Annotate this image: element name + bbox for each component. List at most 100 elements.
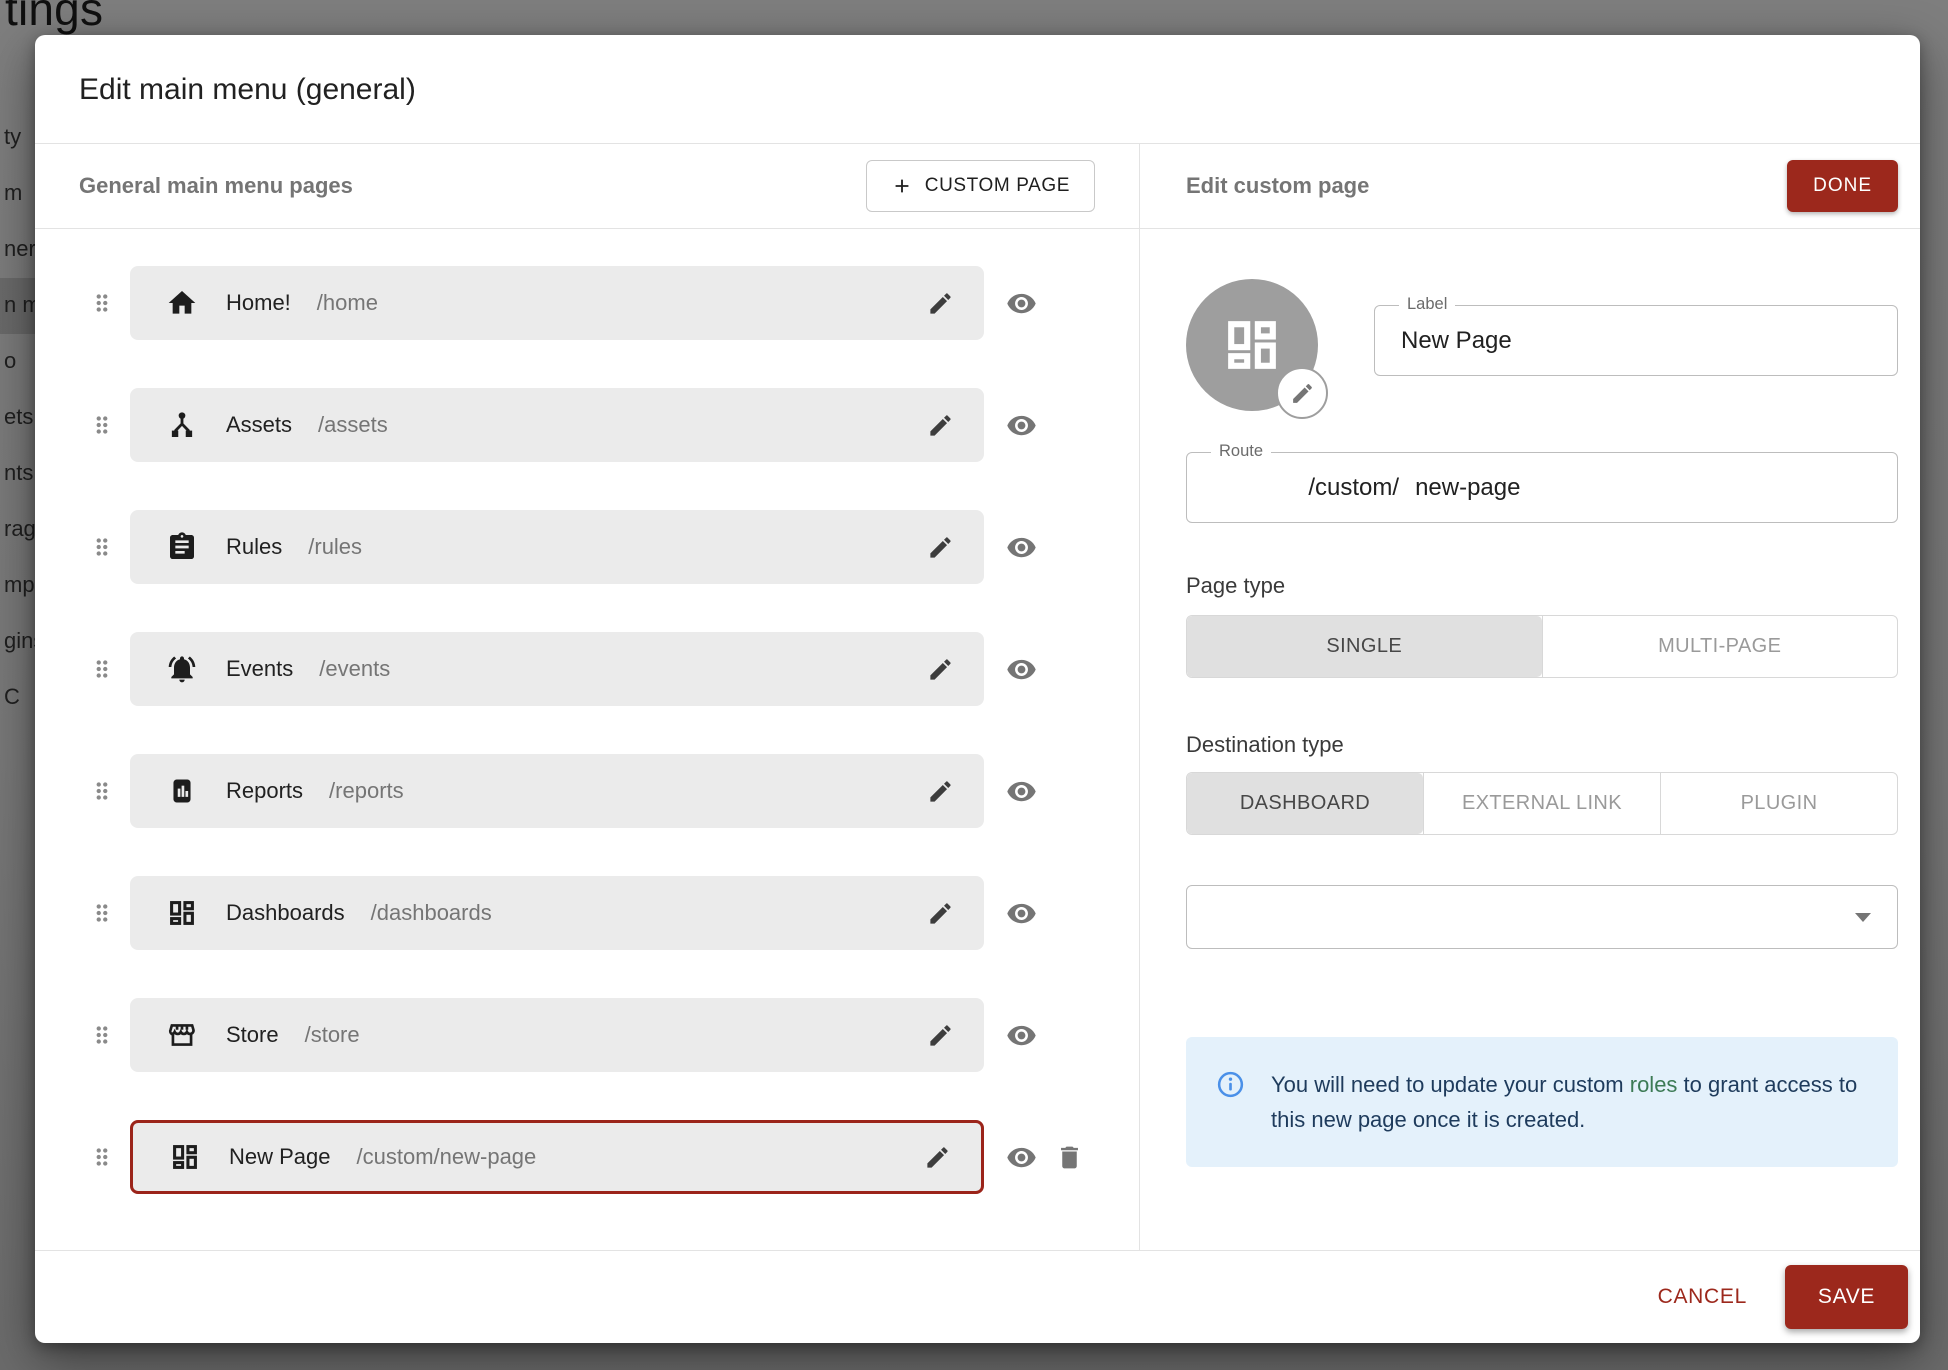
menu-pages-list: Home! /home Assets /assets Rules /rules (35, 229, 1139, 1242)
roles-link[interactable]: roles (1630, 1072, 1678, 1097)
edit-custom-page-title: Edit custom page (1186, 173, 1369, 199)
visibility-eye-icon[interactable] (1006, 776, 1037, 807)
drag-handle-icon[interactable] (89, 898, 115, 928)
route-field-value: new-page (1415, 474, 1520, 501)
drag-handle-icon[interactable] (89, 532, 115, 562)
visibility-eye-icon[interactable] (1006, 1020, 1037, 1051)
drag-handle-icon[interactable] (89, 288, 115, 318)
edit-pencil-icon[interactable] (927, 412, 954, 439)
edit-pencil-icon[interactable] (927, 290, 954, 317)
background-sidebar-item-fragment: nts (4, 460, 33, 486)
destination-type-option-dashboard[interactable]: DASHBOARD (1187, 773, 1423, 834)
menu-page-label: Assets (226, 412, 292, 438)
label-field[interactable]: Label New Page (1374, 305, 1898, 376)
drag-handle-icon[interactable] (89, 1142, 115, 1172)
page-type-option-single[interactable]: SINGLE (1187, 616, 1542, 677)
chevron-down-icon (1855, 913, 1871, 922)
reports-icon (166, 775, 198, 807)
menu-page-row-box[interactable]: Events /events (130, 632, 984, 706)
visibility-eye-icon[interactable] (1006, 532, 1037, 563)
menu-page-row[interactable]: Events /events (89, 632, 1139, 706)
edit-pencil-icon[interactable] (924, 1144, 951, 1171)
background-sidebar-item-fragment: rag (4, 516, 36, 542)
dashboard-select[interactable] (1186, 885, 1898, 949)
change-icon-button[interactable] (1276, 367, 1328, 419)
drag-handle-icon[interactable] (89, 654, 115, 684)
menu-page-row[interactable]: New Page /custom/new-page (89, 1120, 1139, 1194)
menu-page-label: Home! (226, 290, 291, 316)
destination-type-option-plugin[interactable]: PLUGIN (1660, 773, 1897, 834)
menu-page-route: /custom/new-page (357, 1144, 537, 1170)
visibility-eye-icon[interactable] (1006, 288, 1037, 319)
events-icon (166, 653, 198, 685)
menu-page-route: /events (319, 656, 390, 682)
done-button[interactable]: DONE (1787, 160, 1898, 212)
drag-handle-icon[interactable] (89, 410, 115, 440)
page-type-option-multi-page[interactable]: MULTI-PAGE (1542, 616, 1898, 677)
dashboards-icon (169, 1141, 201, 1173)
cancel-button[interactable]: CANCEL (1650, 1275, 1755, 1319)
menu-page-route: /rules (308, 534, 362, 560)
visibility-eye-icon[interactable] (1006, 1142, 1037, 1173)
custom-page-button[interactable]: CUSTOM PAGE (866, 160, 1095, 212)
menu-page-row[interactable]: Rules /rules (89, 510, 1139, 584)
menu-page-row[interactable]: Store /store (89, 998, 1139, 1072)
screen: tings tymneran moetsntsragmpoginsC Edit … (0, 0, 1948, 1370)
menu-page-label: Reports (226, 778, 303, 804)
route-field[interactable]: Route /custom/new-page (1186, 452, 1898, 523)
menu-page-route: /reports (329, 778, 404, 804)
page-icon-avatar[interactable] (1186, 279, 1318, 411)
save-button[interactable]: SAVE (1785, 1265, 1908, 1329)
menu-page-row[interactable]: Home! /home (89, 266, 1139, 340)
dialog-title: Edit main menu (general) (35, 35, 1920, 144)
plus-icon (891, 175, 913, 197)
visibility-eye-icon[interactable] (1006, 898, 1037, 929)
info-alert: You will need to update your custom role… (1186, 1037, 1898, 1167)
background-sidebar-item-fragment: ty (4, 124, 21, 150)
edit-pencil-icon (1290, 381, 1315, 406)
delete-trash-icon[interactable] (1055, 1143, 1084, 1172)
menu-page-label: Rules (226, 534, 282, 560)
menu-page-row-box[interactable]: Rules /rules (130, 510, 984, 584)
menu-page-row-box[interactable]: Home! /home (130, 266, 984, 340)
dialog-body: General main menu pages CUSTOM PAGE Home… (35, 144, 1920, 1250)
edit-pencil-icon[interactable] (927, 900, 954, 927)
destination-type-label: Destination type (1186, 732, 1898, 758)
menu-pages-panel: General main menu pages CUSTOM PAGE Home… (35, 144, 1140, 1250)
drag-handle-icon[interactable] (89, 1020, 115, 1050)
home-icon (166, 287, 198, 319)
menu-page-row[interactable]: Reports /reports (89, 754, 1139, 828)
menu-page-row-box[interactable]: Dashboards /dashboards (130, 876, 984, 950)
menu-page-label: Dashboards (226, 900, 345, 926)
dashboards-icon (1220, 313, 1284, 377)
menu-page-row-box[interactable]: Assets /assets (130, 388, 984, 462)
info-alert-text: You will need to update your custom role… (1271, 1067, 1870, 1137)
menu-page-row[interactable]: Dashboards /dashboards (89, 876, 1139, 950)
menu-pages-panel-header: General main menu pages CUSTOM PAGE (35, 144, 1139, 229)
edit-pencil-icon[interactable] (927, 1022, 954, 1049)
drag-handle-icon[interactable] (89, 776, 115, 806)
menu-page-row[interactable]: Assets /assets (89, 388, 1139, 462)
menu-page-row-box[interactable]: New Page /custom/new-page (130, 1120, 984, 1194)
menu-page-row-box[interactable]: Store /store (130, 998, 984, 1072)
visibility-eye-icon[interactable] (1006, 410, 1037, 441)
edit-main-menu-dialog: Edit main menu (general) General main me… (35, 35, 1920, 1343)
menu-page-row-box[interactable]: Reports /reports (130, 754, 984, 828)
visibility-eye-icon[interactable] (1006, 654, 1037, 685)
menu-pages-panel-title: General main menu pages (79, 173, 353, 199)
background-sidebar-item-fragment: o (4, 348, 16, 374)
rules-icon (166, 531, 198, 563)
edit-pencil-icon[interactable] (927, 534, 954, 561)
edit-pencil-icon[interactable] (927, 656, 954, 683)
edit-custom-page-header: Edit custom page DONE (1140, 144, 1920, 229)
route-field-legend: Route (1211, 442, 1271, 461)
menu-page-label: Events (226, 656, 293, 682)
dialog-footer: CANCEL SAVE (35, 1250, 1920, 1343)
background-sidebar-item-fragment: ets (4, 404, 33, 430)
route-prefix: /custom/ (1308, 474, 1399, 501)
edit-pencil-icon[interactable] (927, 778, 954, 805)
background-sidebar-item-fragment: C (4, 684, 20, 710)
destination-type-option-external-link[interactable]: EXTERNAL LINK (1423, 773, 1660, 834)
assets-icon (166, 409, 198, 441)
edit-custom-page-form: Label New Page Route /custom/new-page Pa… (1140, 229, 1920, 1167)
